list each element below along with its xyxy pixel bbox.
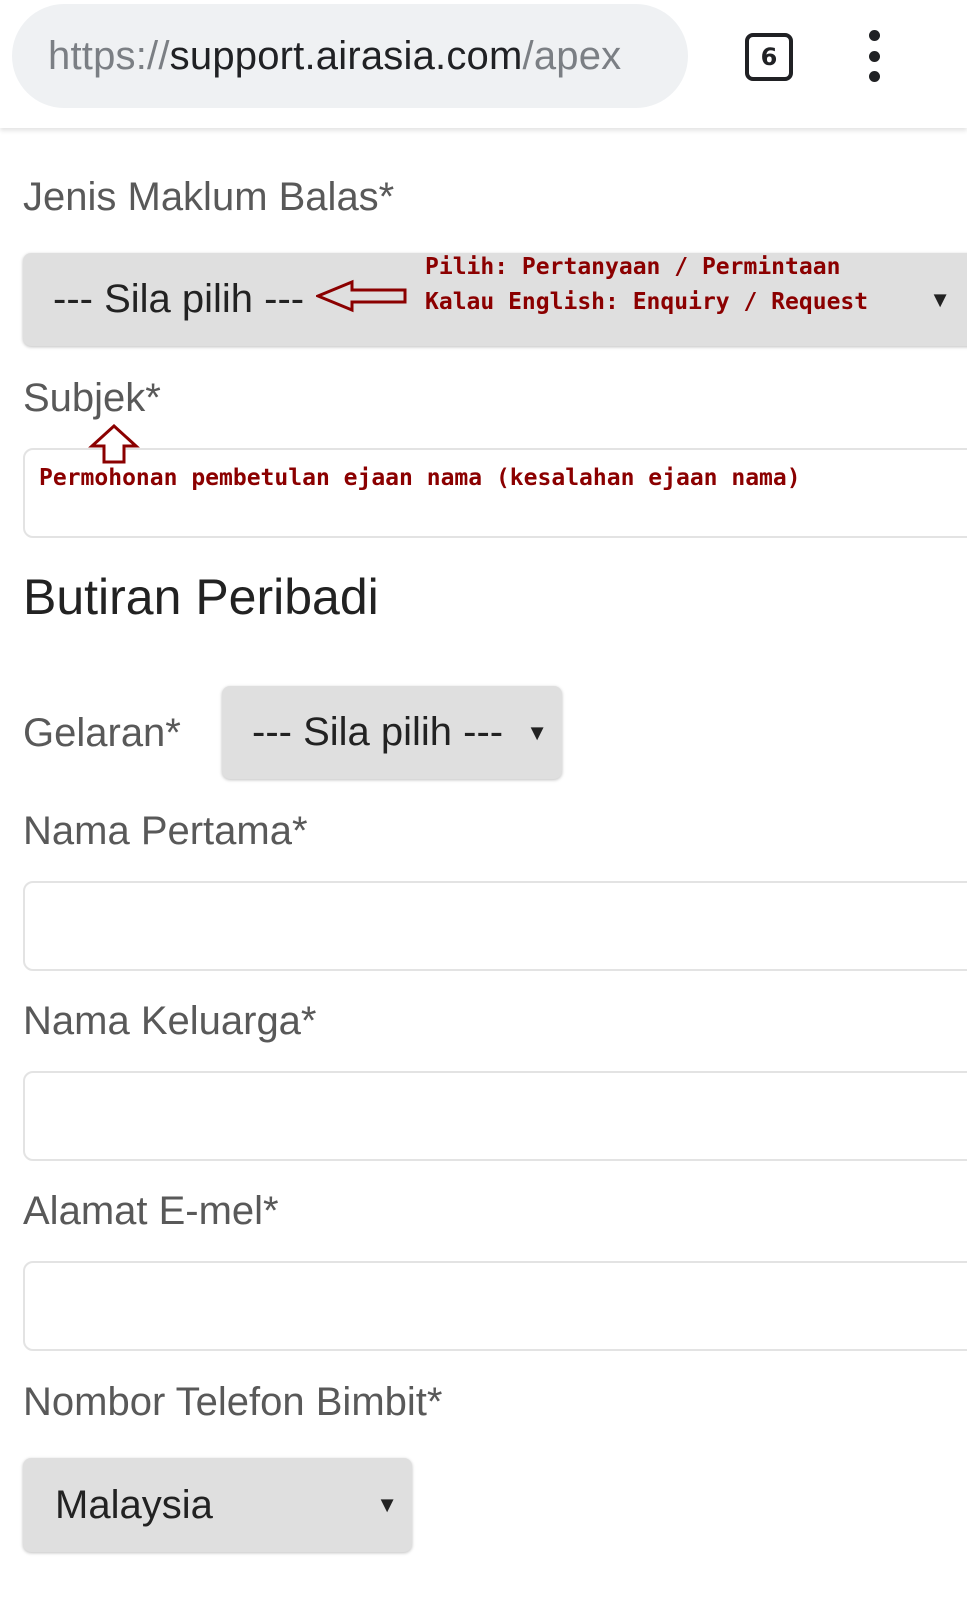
subject-label: Subjek*	[23, 376, 161, 420]
title-value: --- Sila pilih ---	[252, 710, 504, 754]
browser-toolbar: https://support.airasia.com/apex 6	[0, 0, 967, 128]
last-name-input[interactable]	[23, 1071, 967, 1161]
title-label: Gelaran*	[23, 711, 181, 755]
title-select[interactable]: --- Sila pilih --- ▼	[222, 686, 562, 779]
menu-dot	[868, 71, 880, 82]
chevron-down-icon: ▼	[929, 286, 951, 312]
url-text: https://support.airasia.com/apex	[48, 34, 621, 79]
address-bar[interactable]: https://support.airasia.com/apex	[12, 4, 688, 108]
subject-input[interactable]	[23, 448, 967, 538]
feedback-type-value: --- Sila pilih ---	[53, 277, 305, 321]
chevron-down-icon: ▼	[526, 719, 548, 745]
annotation-up-arrow-icon	[88, 424, 140, 464]
mobile-label: Nombor Telefon Bimbit*	[23, 1380, 443, 1424]
chevron-down-icon: ▼	[376, 1492, 398, 1517]
section-title: Butiran Peribadi	[23, 569, 379, 625]
email-label: Alamat E-mel*	[23, 1189, 279, 1233]
url-scheme: https://	[48, 33, 170, 78]
feedback-type-note-line2: Kalau English: Enquiry / Request	[425, 289, 869, 315]
annotation-left-arrow-icon	[316, 279, 407, 313]
country-select[interactable]: Malaysia ▼	[23, 1458, 412, 1552]
page: https://support.airasia.com/apex 6 Jenis…	[0, 0, 967, 1600]
url-path: /apex	[522, 33, 622, 78]
subject-note: Permohonan pembetulan ejaan nama (kesala…	[39, 465, 801, 491]
tab-switcher-icon[interactable]: 6	[745, 33, 793, 81]
tab-count: 6	[760, 43, 778, 71]
vertical-dots-icon[interactable]	[856, 30, 892, 82]
country-value: Malaysia	[55, 1482, 213, 1527]
url-host: support.airasia.com	[169, 33, 523, 78]
menu-dot	[868, 30, 880, 41]
email-input[interactable]	[23, 1261, 967, 1351]
first-name-input[interactable]	[23, 881, 967, 971]
feedback-type-label: Jenis Maklum Balas*	[23, 175, 395, 219]
menu-dot	[868, 50, 880, 62]
last-name-label: Nama Keluarga*	[23, 999, 317, 1043]
first-name-label: Nama Pertama*	[23, 809, 308, 853]
feedback-type-note-line1: Pilih: Pertanyaan / Permintaan	[425, 254, 841, 280]
